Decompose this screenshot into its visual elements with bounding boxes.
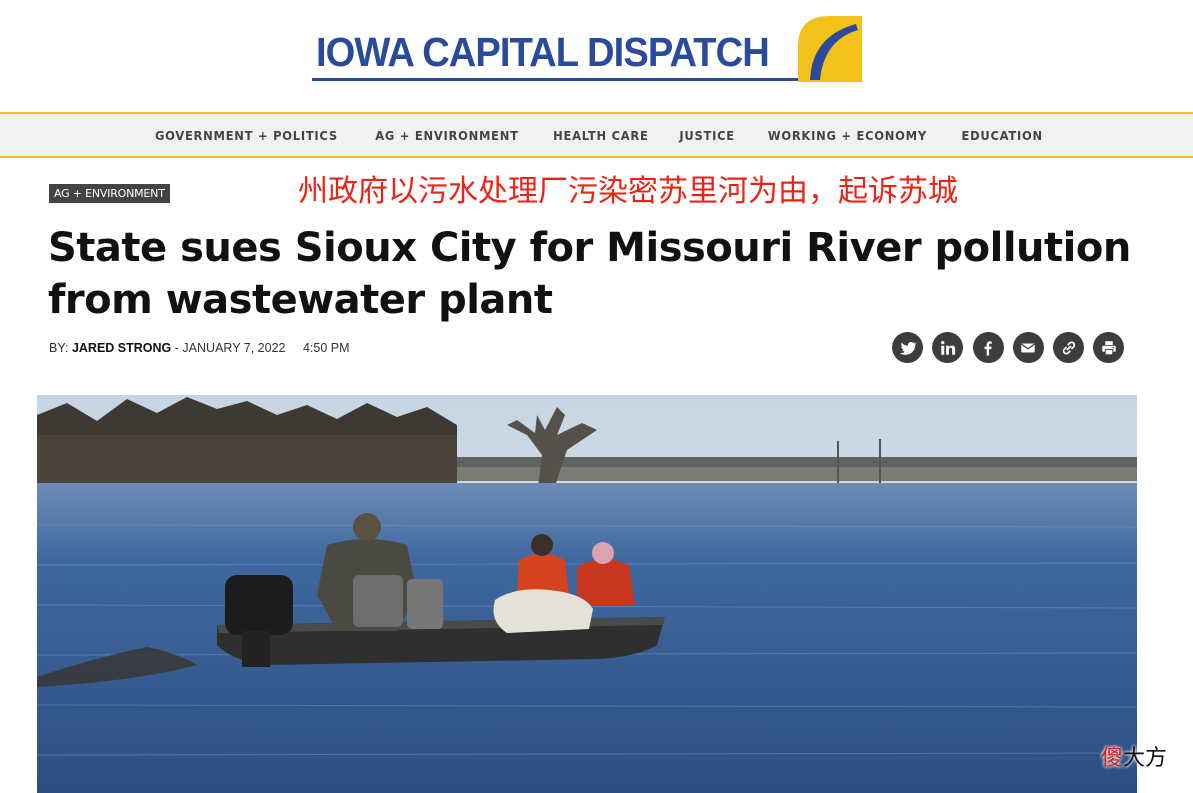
link-icon[interactable] [1053, 332, 1085, 363]
byline: BY: JARED STRONG - JANUARY 7, 2022 4:50 … [49, 341, 350, 355]
logo-underline [312, 78, 800, 81]
linkedin-icon[interactable] [932, 332, 964, 363]
hero-image [37, 395, 1137, 793]
share-bar [892, 332, 1134, 364]
main-nav: GOVERNMENT + POLITICS AG + ENVIRONMENT H… [0, 112, 1193, 158]
byline-author[interactable]: JARED STRONG [72, 341, 171, 355]
nav-item-education[interactable]: EDUCATION [962, 128, 1043, 143]
nav-items: GOVERNMENT + POLITICS AG + ENVIRONMENT H… [0, 114, 1193, 156]
nav-item-justice[interactable]: JUSTICE [679, 128, 734, 143]
logo-mark-icon [798, 16, 862, 82]
byline-separator: - [174, 341, 179, 355]
watermark: 傻大方 [1101, 740, 1167, 772]
print-icon[interactable] [1093, 332, 1125, 363]
nav-item-health-care[interactable]: HEALTH CARE [553, 128, 648, 143]
twitter-icon[interactable] [892, 332, 923, 363]
byline-date: JANUARY 7, 2022 [182, 341, 286, 355]
logo-text: IOWA CAPITAL DISPATCH [316, 29, 770, 75]
masthead: IOWA CAPITAL DISPATCH [0, 0, 1193, 112]
nav-item-government-politics[interactable]: GOVERNMENT + POLITICS [154, 128, 337, 143]
nav-item-ag-environment[interactable]: AG + ENVIRONMENT [376, 128, 519, 143]
nav-item-working-economy[interactable]: WORKING + ECONOMY [768, 128, 927, 143]
byline-prefix: BY: [49, 341, 69, 355]
watermark-rest: 大方 [1123, 746, 1168, 771]
watermark-first-char: 傻 [1101, 746, 1124, 771]
article-headline: State sues Sioux City for Missouri River… [48, 225, 1131, 323]
email-icon[interactable] [1012, 332, 1044, 363]
flood-boat-illustration [37, 395, 1137, 793]
byline-time: 4:50 PM [302, 341, 350, 355]
category-badge[interactable]: AG + ENVIRONMENT [49, 184, 170, 203]
site-logo[interactable]: IOWA CAPITAL DISPATCH [312, 14, 862, 82]
chinese-title: 州政府以污水处理厂污染密苏里河为由，起诉苏城 [298, 174, 958, 209]
facebook-icon[interactable] [972, 332, 1004, 363]
